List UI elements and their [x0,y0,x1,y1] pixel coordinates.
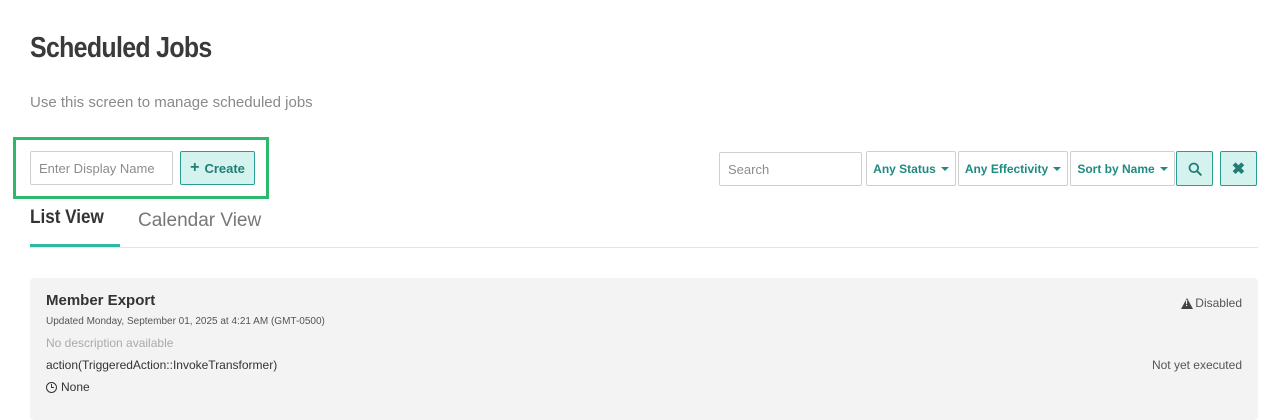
job-schedule-label: None [61,380,90,394]
caret-down-icon [1159,166,1168,171]
job-description: No description available [46,336,174,350]
tab-list-view[interactable]: List View [30,207,104,229]
job-action: action(TriggeredAction::InvokeTransforme… [46,358,278,372]
search-input[interactable] [719,152,862,186]
clear-filters-button[interactable]: ✖ [1220,151,1257,186]
job-schedule: None [46,380,90,394]
caret-down-icon [1053,166,1062,171]
job-status: Disabled [1181,296,1242,310]
search-icon [1188,162,1202,176]
status-filter-dropdown[interactable]: Any Status [866,151,956,186]
job-card[interactable]: Member Export Updated Monday, September … [30,278,1258,420]
search-button[interactable] [1176,151,1213,186]
job-execution-status: Not yet executed [1151,358,1242,372]
effectivity-filter-label: Any Effectivity [964,161,1049,176]
effectivity-filter-dropdown[interactable]: Any Effectivity [958,151,1068,186]
create-button[interactable]: + Create [180,151,255,185]
job-status-label: Disabled [1195,296,1242,310]
page-title: Scheduled Jobs [30,32,212,64]
warning-icon [1181,297,1194,309]
job-name[interactable]: Member Export [46,292,155,309]
page-subtitle: Use this screen to manage scheduled jobs [30,94,313,111]
sort-dropdown[interactable]: Sort by Name [1070,151,1175,186]
create-button-label: Create [204,160,245,176]
plus-icon: + [190,159,200,176]
clock-icon [46,381,57,393]
caret-down-icon [940,166,949,171]
sort-label: Sort by Name [1077,161,1155,176]
job-updated-timestamp: Updated Monday, September 01, 2025 at 4:… [46,316,325,327]
close-icon: ✖ [1231,160,1246,178]
display-name-input[interactable] [30,151,173,185]
status-filter-label: Any Status [873,161,936,176]
tab-calendar-view[interactable]: Calendar View [138,210,261,232]
scheduled-jobs-page: Scheduled Jobs Use this screen to manage… [0,0,1267,420]
tabs-divider [30,247,1258,248]
